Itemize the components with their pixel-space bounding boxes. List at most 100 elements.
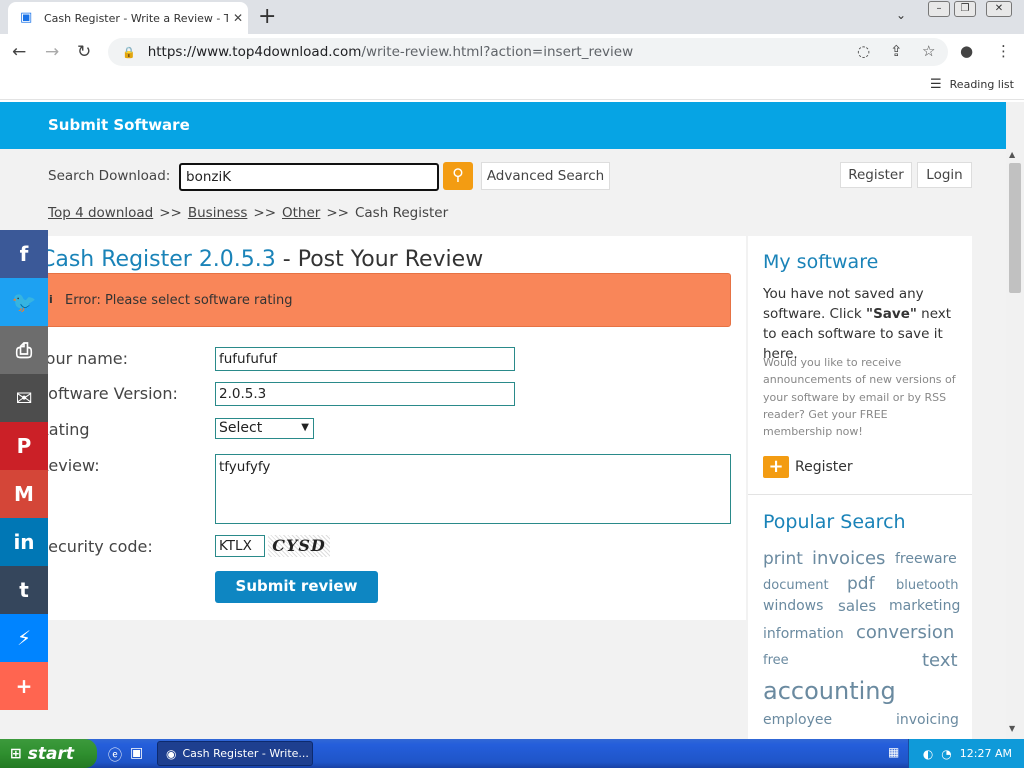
sidebar-register-button[interactable]: + Register [763, 456, 853, 478]
share-icon[interactable]: ⇪ [890, 42, 903, 60]
forward-button[interactable]: → [45, 42, 59, 62]
tag-accounting[interactable]: accounting [763, 677, 896, 705]
url-path: /write-review.html?action=insert_review [361, 44, 634, 60]
sidebar-divider [748, 494, 972, 495]
site-favicon-icon: ▣ [20, 10, 33, 25]
start-button[interactable]: ⊞ start [0, 739, 97, 768]
clock: 12:27 AM [959, 747, 1012, 760]
tag-information[interactable]: information [763, 626, 844, 642]
bookmarks-bar [0, 70, 1024, 100]
security-code-input[interactable]: KTLX [215, 535, 265, 557]
my-software-text: You have not saved any software. Click "… [763, 284, 963, 364]
share-gmail-button[interactable]: M [0, 470, 48, 518]
login-button[interactable]: Login [917, 162, 972, 188]
tray-volume-icon[interactable]: ◔ [941, 747, 951, 761]
reload-button[interactable]: ↻ [77, 42, 91, 62]
search-icon: ⚲ [452, 165, 464, 184]
bookmark-star-icon[interactable]: ☆ [922, 42, 935, 60]
search-label: Search Download: [48, 168, 171, 184]
tag-sales[interactable]: sales [838, 597, 876, 615]
chevron-down-icon: ▼ [301, 422, 309, 433]
address-bar[interactable]: 🔒 https://www.top4download.com/write-rev… [108, 38, 948, 66]
tag-print[interactable]: print [763, 549, 803, 569]
tracking-eye-icon[interactable]: ◌ [857, 42, 870, 60]
tag-employee[interactable]: employee [763, 712, 832, 728]
plus-icon: + [763, 456, 789, 478]
error-alert: i Error: Please select software rating [40, 273, 731, 327]
profile-icon[interactable]: ● [960, 42, 973, 60]
register-button[interactable]: Register [840, 162, 912, 188]
new-tab-button[interactable]: + [258, 4, 276, 30]
tag-free[interactable]: free [763, 653, 789, 668]
page-title: Cash Register 2.0.5.3 - Post Your Review [40, 247, 483, 272]
share-print-button[interactable]: ⎙ [0, 326, 48, 374]
my-software-title: My software [763, 251, 879, 273]
search-button[interactable]: ⚲ [443, 162, 473, 190]
name-input[interactable]: fufufufuf [215, 347, 515, 371]
breadcrumb-business[interactable]: Business [188, 205, 248, 221]
share-email-button[interactable]: ✉ [0, 374, 48, 422]
submit-review-button[interactable]: Submit review [215, 571, 378, 603]
security-label: Security code: [38, 537, 153, 556]
system-tray: ◐ ◔ 12:27 AM [908, 739, 1024, 768]
breadcrumb-other[interactable]: Other [282, 205, 320, 221]
tag-text[interactable]: text [922, 650, 958, 671]
restore-button[interactable]: ❐ [954, 1, 976, 17]
share-messenger-button[interactable]: ⚡ [0, 614, 48, 662]
windows-flag-icon: ⊞ [10, 745, 22, 762]
keyboard-icon[interactable]: ▦ [888, 745, 899, 759]
taskbar-item-browser[interactable]: ◉ Cash Register - Write... [157, 741, 313, 766]
review-textarea[interactable]: tfyufyfy [215, 454, 731, 524]
tag-freeware[interactable]: freeware [895, 551, 957, 567]
search-input[interactable]: bonziK [179, 163, 439, 191]
error-message: Error: Please select software rating [65, 293, 293, 308]
share-pinterest-button[interactable]: P [0, 422, 48, 470]
back-button[interactable]: ← [12, 42, 26, 62]
tag-invoicing[interactable]: invoicing [896, 712, 959, 728]
start-label: start [27, 743, 74, 764]
name-label: Your name: [38, 349, 129, 368]
share-more-button[interactable]: + [0, 662, 48, 710]
scroll-down-arrow-icon[interactable]: ▼ [1009, 724, 1015, 733]
share-twitter-button[interactable]: 🐦 [0, 278, 48, 326]
save-keyword: "Save" [866, 306, 917, 322]
menu-icon[interactable]: ⋮ [996, 42, 1011, 60]
chrome-icon: ◉ [166, 746, 177, 761]
breadcrumb-sep: >> [253, 205, 277, 221]
captcha-image: CYSD [268, 535, 330, 557]
tag-windows[interactable]: windows [763, 598, 823, 614]
scrollbar-thumb[interactable] [1009, 163, 1021, 293]
breadcrumb-sep: >> [159, 205, 182, 221]
windows-taskbar [0, 739, 1024, 768]
scroll-up-arrow-icon[interactable]: ▲ [1009, 150, 1015, 159]
close-tab-icon[interactable]: ✕ [228, 11, 248, 25]
more-icon: + [15, 674, 33, 698]
title-suffix: - Post Your Review [275, 247, 484, 272]
reading-list-icon: ☰ [930, 77, 942, 92]
tag-conversion[interactable]: conversion [856, 622, 954, 643]
print-icon: ⎙ [16, 338, 32, 362]
ie-quicklaunch-icon[interactable]: ⓔ [108, 745, 122, 765]
minimize-button[interactable]: – [928, 1, 950, 17]
submit-software-link[interactable]: Submit Software [48, 116, 190, 134]
tag-marketing[interactable]: marketing [889, 598, 960, 614]
tray-network-icon[interactable]: ◐ [923, 747, 933, 761]
share-linkedin-button[interactable]: in [0, 518, 48, 566]
rating-select[interactable]: Select ▼ [215, 418, 314, 439]
advanced-search-button[interactable]: Advanced Search [481, 162, 610, 190]
product-name[interactable]: Cash Register 2.0.5.3 [40, 247, 276, 272]
tab-search-chevron-icon[interactable]: ⌄ [896, 8, 906, 22]
desktop-quicklaunch-icon[interactable]: ▣ [130, 745, 143, 761]
tag-bluetooth[interactable]: bluetooth [896, 578, 958, 593]
share-facebook-button[interactable]: f [0, 230, 48, 278]
pinterest-icon: P [16, 434, 32, 458]
reading-list-button[interactable]: ☰ Reading list [930, 77, 1014, 92]
breadcrumb-home[interactable]: Top 4 download [48, 205, 153, 221]
version-input[interactable]: 2.0.5.3 [215, 382, 515, 406]
close-window-button[interactable]: ✕ [986, 1, 1012, 17]
tag-document[interactable]: document [763, 578, 829, 593]
tag-pdf[interactable]: pdf [847, 574, 875, 594]
share-tumblr-button[interactable]: t [0, 566, 48, 614]
tag-invoices[interactable]: invoices [812, 548, 885, 569]
browser-tab[interactable]: ▣ Cash Register - Write a Review - To ✕ [8, 2, 248, 34]
